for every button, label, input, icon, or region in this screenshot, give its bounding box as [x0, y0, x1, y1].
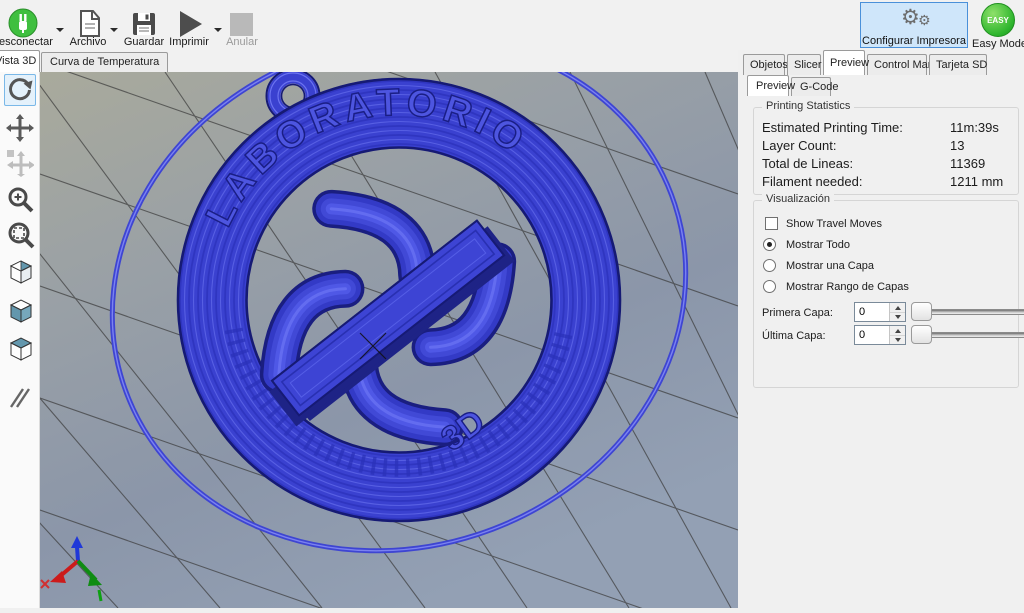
tab-tarjeta-sd[interactable]: Tarjeta SD [929, 54, 987, 75]
gears-icon: ⚙⚙ [861, 3, 967, 33]
file-dropdown-caret[interactable] [110, 28, 118, 32]
ultima-capa-slider-track[interactable] [929, 332, 1024, 338]
pan-view-button[interactable] [4, 112, 36, 144]
move-object-button[interactable] [4, 147, 36, 179]
primera-capa-down-arrow[interactable] [890, 312, 905, 321]
view-tools-column [0, 72, 40, 608]
stat-value-layers: 13 [950, 138, 964, 153]
easy-mode-button easy-circle-icon[interactable]: EASY [981, 3, 1015, 37]
subtab-gcode[interactable]: G-Code [791, 77, 831, 96]
primera-capa-up-arrow[interactable] [890, 303, 905, 312]
ultima-capa-slider[interactable] [911, 325, 1024, 345]
3d-viewport[interactable]: UIN ERBA LABORATORIO 3D [40, 72, 738, 608]
stat-row-layers: Layer Count: 13 [762, 138, 1012, 156]
stat-value-lines: 11369 [950, 156, 985, 171]
view-top-button[interactable] [4, 333, 36, 365]
zoom-in-icon [6, 185, 34, 213]
disconnect-label: Desconectar [0, 36, 58, 48]
file-label: Archivo [58, 36, 118, 48]
mostrar-rango-label: Mostrar Rango de Capas [786, 281, 909, 293]
stat-row-time: Estimated Printing Time: 11m:39s [762, 120, 1012, 138]
plug-icon [8, 8, 38, 38]
medallion-model: UIN ERBA [178, 79, 620, 521]
rotate-view-icon [7, 77, 33, 103]
stat-row-filament: Filament needed: 1211 mm [762, 174, 1012, 192]
cancel-label: Anular [212, 36, 272, 48]
mostrar-rango-radio[interactable] [763, 280, 776, 293]
move-object-icon [6, 149, 34, 177]
printing-statistics-title: Printing Statistics [762, 100, 854, 112]
ultima-capa-down-arrow[interactable] [890, 335, 905, 344]
view-tabstrip: Vista 3D Curva de Temperatura [0, 50, 738, 72]
view-front-icon [5, 296, 35, 326]
ultima-capa-slider-handle[interactable] [911, 325, 932, 344]
view-top-icon [5, 334, 35, 364]
easy-mode-label: Easy Mode [972, 38, 1024, 50]
configure-printer-label: Configurar Impresora [861, 35, 967, 47]
floppy-icon [131, 11, 157, 37]
play-icon [176, 9, 204, 39]
document-icon [77, 10, 103, 37]
show-travel-moves-checkbox[interactable] [765, 217, 778, 230]
stat-row-lines: Total de Lineas: 11369 [762, 156, 1012, 174]
tab-slicer[interactable]: Slicer [787, 54, 821, 75]
cross-section-button[interactable] [4, 382, 36, 414]
mostrar-todo-radio[interactable] [763, 238, 776, 251]
mostrar-una-capa-label: Mostrar una Capa [786, 260, 874, 272]
print-dropdown-caret[interactable] [214, 28, 222, 32]
tab-objetos[interactable]: Objetos [743, 54, 785, 75]
tab-vista-3d[interactable]: Vista 3D [0, 50, 40, 72]
ultima-capa-value[interactable] [855, 326, 889, 344]
primera-capa-slider-track[interactable] [929, 309, 1024, 315]
tab-curva-temperatura[interactable]: Curva de Temperatura [41, 52, 168, 72]
pan-view-icon [6, 114, 34, 142]
primera-capa-slider[interactable] [911, 302, 1024, 322]
stat-value-filament: 1211 mm [950, 174, 1003, 189]
primera-capa-label: Primera Capa: [762, 307, 833, 319]
stat-value-time: 11m:39s [950, 120, 999, 135]
ultima-capa-label: Última Capa: [762, 330, 826, 342]
visualization-title: Visualización [762, 193, 834, 205]
zoom-fit-icon [5, 219, 35, 249]
print-label: Imprimir [159, 36, 219, 48]
cross-section-icon [7, 385, 33, 411]
tab-control-manual[interactable]: Control Manual [867, 54, 927, 75]
show-travel-moves-label: Show Travel Moves [786, 218, 882, 230]
zoom-fit-button[interactable] [4, 218, 36, 250]
subtab-preview[interactable]: Preview [747, 75, 789, 96]
mostrar-todo-label: Mostrar Todo [786, 239, 850, 251]
main-toolbar: Desconectar Archivo Guardar Imprimir Anu… [0, 0, 1024, 50]
tab-preview[interactable]: Preview [823, 50, 865, 75]
primera-capa-slider-handle[interactable] [911, 302, 932, 321]
configure-printer-button[interactable]: ⚙⚙ Configurar Impresora [860, 2, 968, 48]
ultima-capa-spinbox[interactable] [854, 325, 906, 345]
printing-statistics-group: Printing Statistics Estimated Printing T… [753, 107, 1019, 195]
visualization-group: Visualización Show Travel Moves Mostrar … [753, 200, 1019, 388]
zoom-in-button[interactable] [4, 183, 36, 215]
rotate-view-button[interactable] [4, 74, 36, 106]
print-preview-canvas: UIN ERBA LABORATORIO 3D [40, 72, 738, 608]
view-isometric-button[interactable] [4, 256, 36, 288]
cancel-button stop-square-icon [230, 13, 253, 36]
primera-capa-value[interactable] [855, 303, 889, 321]
ultima-capa-up-arrow[interactable] [890, 326, 905, 335]
disconnect-dropdown-caret[interactable] [56, 28, 64, 32]
mostrar-una-capa-radio[interactable] [763, 259, 776, 272]
view-isometric-icon [5, 257, 35, 287]
right-panel: Objetos Slicer Preview Control Manual Ta… [738, 50, 1024, 608]
easy-badge: EASY [987, 16, 1009, 25]
view-front-button[interactable] [4, 295, 36, 327]
primera-capa-spinbox[interactable] [854, 302, 906, 322]
